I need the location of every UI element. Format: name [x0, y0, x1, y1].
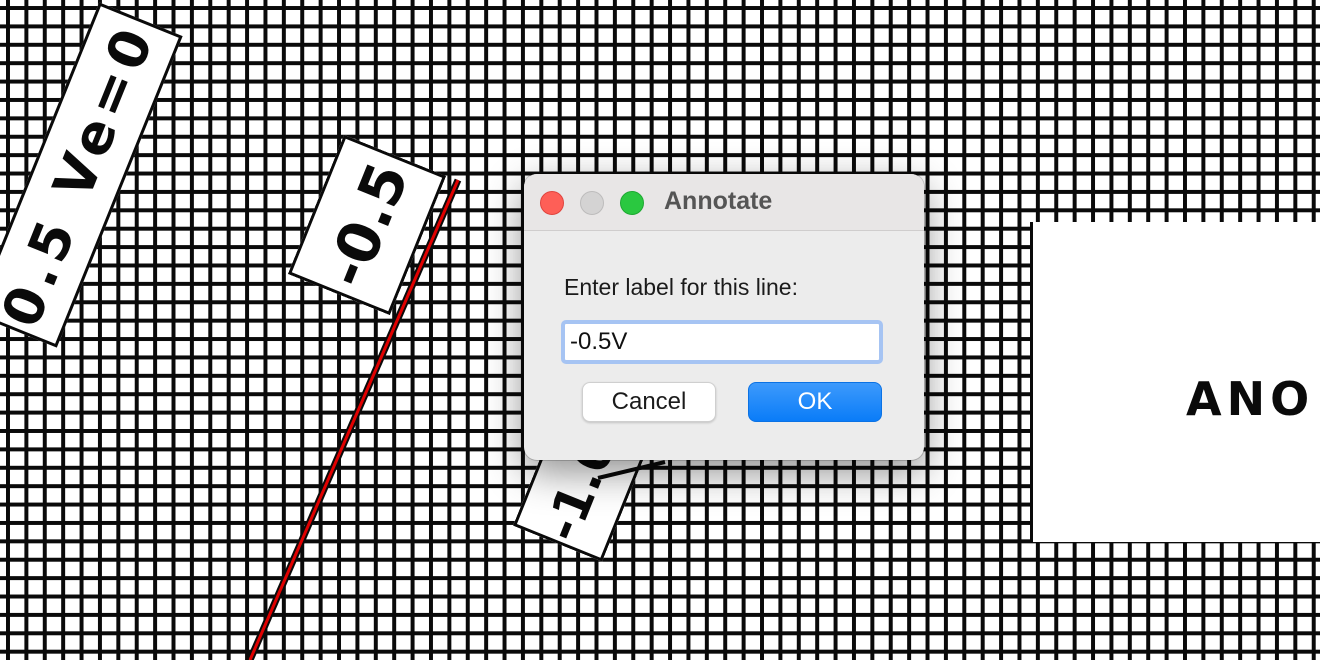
panel-text: ANO [1186, 372, 1315, 426]
annotate-dialog: Annotate Enter label for this line: Canc… [524, 174, 924, 460]
rotated-label-minus-0-5: -0.5 [287, 134, 447, 316]
minimize-icon[interactable] [580, 191, 604, 215]
label-input[interactable] [561, 320, 883, 364]
rotated-label-big: 0.5 Ve=0 [0, 2, 183, 348]
dialog-title: Annotate [664, 187, 773, 215]
cancel-button[interactable]: Cancel [582, 382, 716, 422]
ok-button[interactable]: OK [748, 382, 882, 422]
close-icon[interactable] [540, 191, 564, 215]
zoom-icon[interactable] [620, 191, 644, 215]
dialog-titlebar[interactable]: Annotate [524, 174, 924, 231]
dialog-prompt: Enter label for this line: [564, 274, 798, 300]
